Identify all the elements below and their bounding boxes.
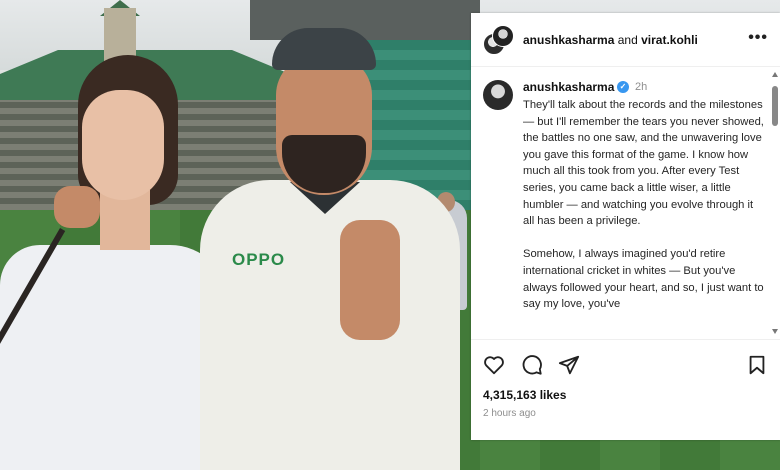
caption-username[interactable]: anushkasharma	[523, 80, 614, 94]
caption-paragraph: Somehow, I always imagined you'd retire …	[523, 248, 764, 311]
caption-paragraph: They'll talk about the records and the m…	[523, 99, 764, 228]
avatar	[492, 25, 514, 47]
authors-connector: and	[617, 33, 638, 47]
author-link[interactable]: virat.kohli	[641, 33, 698, 47]
avatar[interactable]	[483, 80, 513, 110]
caption-area[interactable]: anushkasharma ✓ 2h They'll talk about th…	[471, 68, 780, 338]
man-figure	[200, 180, 460, 470]
verified-badge-icon: ✓	[617, 81, 629, 93]
instagram-post-card: anushkasharma and virat.kohli ••• anushk…	[471, 13, 780, 440]
author-link[interactable]: anushkasharma	[523, 33, 614, 47]
caption-text: They'll talk about the records and the m…	[523, 97, 765, 329]
post-header: anushkasharma and virat.kohli •••	[471, 13, 780, 67]
scroll-up-arrow-icon[interactable]	[772, 72, 778, 77]
more-horizontal-icon[interactable]: •••	[748, 30, 768, 46]
heart-icon[interactable]	[483, 354, 505, 376]
bookmark-icon[interactable]	[746, 354, 768, 376]
thumbs-up-hand	[340, 220, 400, 340]
post-authors: anushkasharma and virat.kohli	[523, 33, 698, 47]
scroll-down-arrow-icon[interactable]	[772, 329, 778, 334]
jersey-sponsor-text: OPPO	[232, 250, 286, 269]
scrollbar-thumb[interactable]	[772, 86, 778, 126]
post-actions: 4,315,163 likes 2 hours ago	[471, 339, 780, 440]
comment-icon[interactable]	[521, 354, 543, 376]
likes-count[interactable]: 4,315,163 likes	[483, 388, 566, 402]
collab-avatars[interactable]	[483, 25, 514, 55]
caption-scrollbar[interactable]	[772, 72, 778, 334]
cap	[272, 28, 376, 70]
post-timestamp: 2 hours ago	[483, 408, 536, 419]
send-icon[interactable]	[558, 354, 580, 376]
caption-time: 2h	[635, 81, 648, 93]
